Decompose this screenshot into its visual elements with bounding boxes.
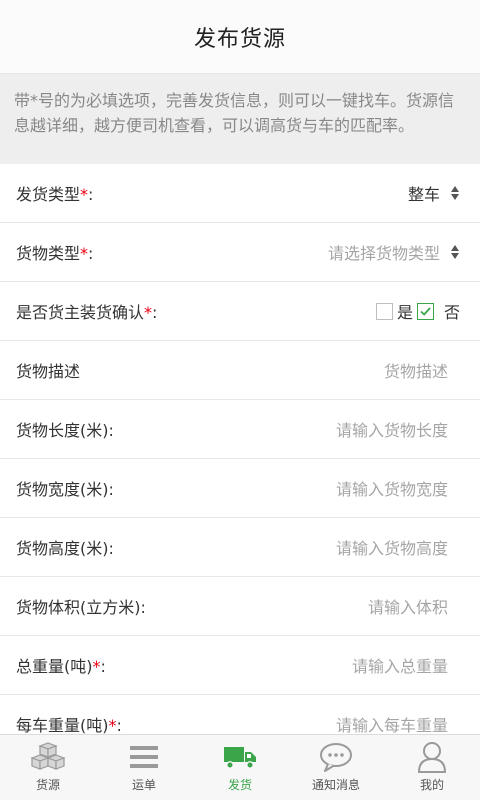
tab-label: 我的 (419, 778, 444, 792)
confirm-yes-checkbox[interactable] (375, 302, 393, 320)
required-mark: * (92, 657, 101, 676)
tab-mine[interactable]: 我的 (384, 735, 480, 800)
notice-text: 带*号的为必填选项，完善发货信息，则可以一键找车。货源信息越详细，越方便司机查看… (14, 91, 455, 135)
volume-input[interactable]: 请输入体积 (368, 594, 460, 618)
checkmark-icon (420, 306, 431, 316)
total-weight-row[interactable]: 总重量(吨)*: 请输入总重量 (0, 636, 480, 695)
confirm-yes-label[interactable]: 是 (397, 299, 413, 323)
tab-label: 货源 (35, 778, 60, 792)
page-title: 发布货源 (193, 26, 286, 52)
total-weight-label: 总重量(吨)*: (16, 657, 106, 676)
owner-confirm-label: 是否货主装货确认*: (16, 303, 158, 322)
length-input[interactable]: 请输入货物长度 (336, 417, 460, 441)
confirm-no-checkbox[interactable] (416, 302, 434, 320)
tab-notifications[interactable]: 通知消息 (288, 735, 384, 800)
list-icon (126, 741, 162, 773)
per-car-weight-input[interactable]: 请输入每车重量 (336, 712, 460, 734)
shipping-type-row[interactable]: 发货类型*: 整车 (0, 164, 480, 223)
tab-ship[interactable]: 发货 (192, 735, 288, 800)
sort-arrows-icon (450, 185, 460, 201)
notice-banner: 带*号的为必填选项，完善发货信息，则可以一键找车。货源信息越详细，越方便司机查看… (0, 74, 480, 164)
required-mark: * (80, 244, 89, 263)
per-car-weight-row[interactable]: 每车重量(吨)*: 请输入每车重量 (0, 695, 480, 734)
bottom-tab-bar: 货源 运单 发货 通知消息 我的 (0, 734, 480, 800)
goods-type-select[interactable]: 请选择货物类型 (328, 240, 460, 264)
goods-type-row[interactable]: 货物类型*: 请选择货物类型 (0, 223, 480, 282)
owner-confirm-row: 是否货主装货确认*: 是 否 (0, 282, 480, 341)
tab-goods-source[interactable]: 货源 (0, 735, 96, 800)
width-input[interactable]: 请输入货物宽度 (336, 476, 460, 500)
goods-type-label: 货物类型*: (16, 244, 94, 263)
width-row[interactable]: 货物宽度(米): 请输入货物宽度 (0, 459, 480, 518)
volume-row[interactable]: 货物体积(立方米): 请输入体积 (0, 577, 480, 636)
shipping-type-label: 发货类型*: (16, 185, 94, 204)
header: 发布货源 (0, 0, 480, 74)
sort-arrows-icon (450, 244, 460, 260)
description-row[interactable]: 货物描述 货物描述 (0, 341, 480, 400)
description-input[interactable]: 货物描述 (384, 358, 460, 382)
goods-type-placeholder: 请选择货物类型 (327, 244, 440, 263)
required-mark: * (80, 185, 89, 204)
tab-label: 运单 (131, 778, 156, 792)
shipping-type-select[interactable]: 整车 (408, 181, 460, 205)
boxes-icon (30, 741, 66, 773)
length-label: 货物长度(米): (16, 421, 114, 440)
height-row[interactable]: 货物高度(米): 请输入货物高度 (0, 518, 480, 577)
publish-form: 发货类型*: 整车 货物类型*: 请选择货物类型 是否货主装货确认*: 是 否 … (0, 164, 480, 734)
truck-icon (222, 741, 258, 773)
tab-label: 通知消息 (311, 778, 360, 792)
volume-label: 货物体积(立方米): (16, 598, 146, 617)
required-mark: * (144, 303, 153, 322)
per-car-weight-label: 每车重量(吨)*: (16, 716, 122, 734)
height-label: 货物高度(米): (16, 539, 114, 558)
width-label: 货物宽度(米): (16, 480, 114, 499)
total-weight-input[interactable]: 请输入总重量 (352, 653, 460, 677)
description-label: 货物描述 (16, 362, 81, 381)
tab-label: 发货 (227, 778, 252, 792)
chat-icon (318, 741, 354, 773)
owner-confirm-options: 是 否 (375, 299, 460, 323)
height-input[interactable]: 请输入货物高度 (336, 535, 460, 559)
confirm-no-label[interactable]: 否 (444, 299, 460, 323)
shipping-type-value: 整车 (407, 185, 440, 204)
required-mark: * (108, 716, 117, 734)
user-icon (414, 741, 450, 773)
length-row[interactable]: 货物长度(米): 请输入货物长度 (0, 400, 480, 459)
tab-waybill[interactable]: 运单 (96, 735, 192, 800)
